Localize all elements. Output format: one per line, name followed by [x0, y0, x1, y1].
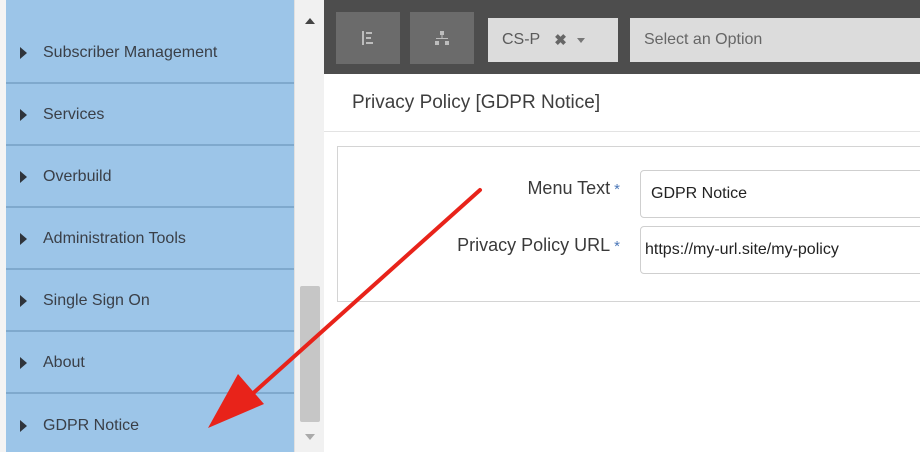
- option-select[interactable]: Select an Option: [630, 18, 920, 62]
- privacy-policy-url-field[interactable]: https://my-url.site/my-policy: [640, 226, 920, 274]
- field-value: GDPR Notice: [651, 185, 748, 202]
- expand-arrow-icon: [20, 357, 27, 369]
- field-label-text: Menu Text: [527, 178, 611, 198]
- sidebar-item-about[interactable]: About: [6, 334, 294, 394]
- expand-arrow-icon: [20, 233, 27, 245]
- expand-arrow-icon: [20, 171, 27, 183]
- field-label-text: Privacy Policy URL: [457, 235, 611, 255]
- hierarchy-icon: [435, 31, 449, 45]
- sidebar-item-overbuild[interactable]: Overbuild: [6, 148, 294, 208]
- scroll-up-button[interactable]: [300, 14, 320, 28]
- select-placeholder: Select an Option: [644, 31, 763, 48]
- sidebar-item-label: About: [43, 354, 85, 371]
- sidebar-item-label: Subscriber Management: [43, 44, 218, 61]
- menu-text-field[interactable]: GDPR Notice: [640, 170, 920, 218]
- sidebar-item-gdpr-notice[interactable]: GDPR Notice: [6, 396, 294, 456]
- arrow-down-icon: [305, 434, 315, 440]
- chip-label: CS-P: [502, 31, 541, 48]
- chevron-down-icon[interactable]: [576, 37, 585, 43]
- list-tree-button[interactable]: [336, 12, 400, 64]
- sidebar-item-subscriber-management[interactable]: Subscriber Management: [6, 24, 294, 84]
- menu-text-label: Menu Text *: [460, 178, 620, 199]
- page-title: Privacy Policy [GDPR Notice]: [352, 91, 601, 113]
- sidebar-item-label: Services: [43, 106, 105, 123]
- scrollbar-thumb[interactable]: [300, 286, 320, 422]
- expand-arrow-icon: [20, 47, 27, 59]
- field-value: https://my-url.site/my-policy: [645, 241, 839, 258]
- hierarchy-button[interactable]: [410, 12, 474, 64]
- sidebar-item-administration-tools[interactable]: Administration Tools: [6, 210, 294, 270]
- scroll-down-button[interactable]: [300, 430, 320, 444]
- expand-arrow-icon: [20, 420, 27, 432]
- sidebar-item-label: GDPR Notice: [43, 417, 140, 434]
- required-indicator: *: [614, 181, 620, 198]
- selected-filter-chip[interactable]: CS-P ✖: [488, 18, 618, 62]
- sidebar-item-label: Overbuild: [43, 168, 112, 185]
- remove-icon[interactable]: ✖: [554, 31, 567, 49]
- page-title-bar: Privacy Policy [GDPR Notice]: [324, 74, 920, 132]
- sidebar-item-single-sign-on[interactable]: Single Sign On: [6, 272, 294, 332]
- sidebar-item-label: Single Sign On: [43, 292, 150, 309]
- list-tree-icon: [362, 31, 373, 45]
- sidebar-item-services[interactable]: Services: [6, 86, 294, 146]
- privacy-policy-url-label: Privacy Policy URL *: [380, 235, 620, 256]
- expand-arrow-icon: [20, 109, 27, 121]
- required-indicator: *: [614, 238, 620, 255]
- arrow-up-icon: [305, 18, 315, 24]
- expand-arrow-icon: [20, 295, 27, 307]
- sidebar-item-label: Administration Tools: [43, 230, 186, 247]
